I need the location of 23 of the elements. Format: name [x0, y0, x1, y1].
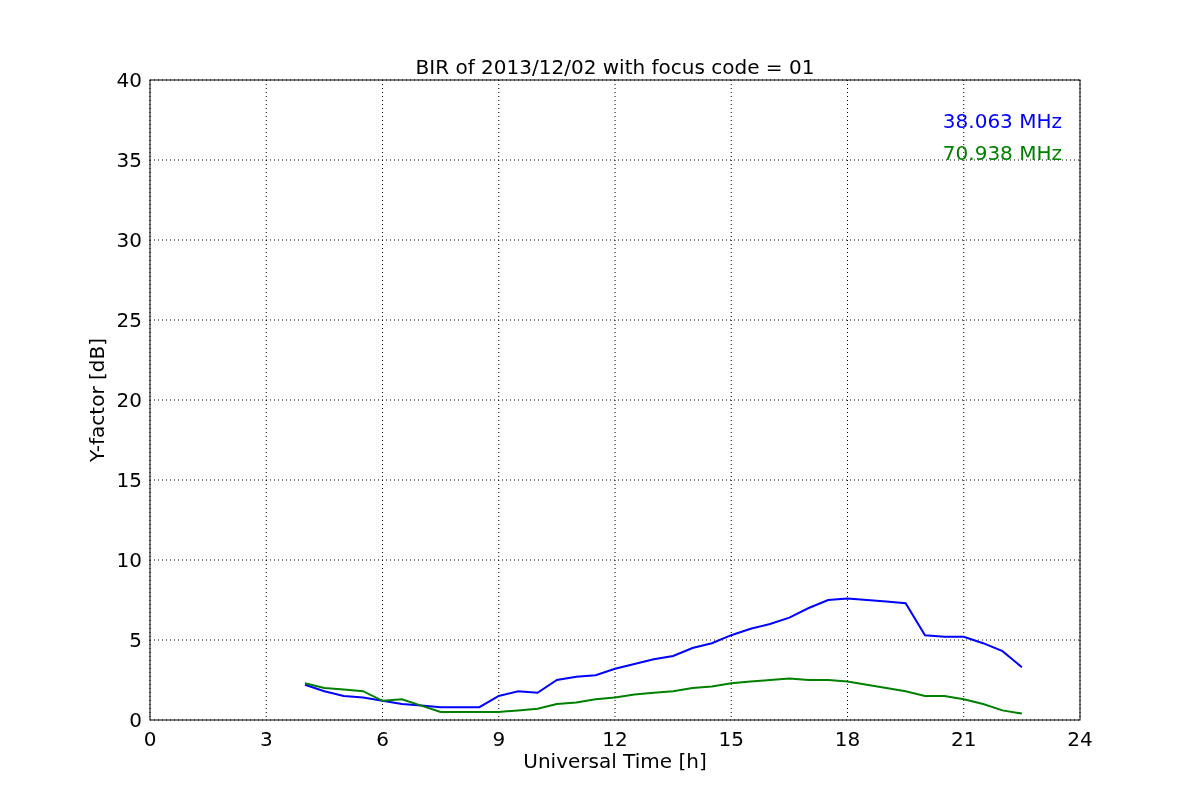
x-tick-label: 18	[834, 727, 861, 751]
x-tick-label: 0	[143, 727, 157, 751]
chart-title: BIR of 2013/12/02 with focus code = 01	[415, 55, 815, 79]
x-tick-label: 6	[376, 727, 389, 751]
x-axis-label: Universal Time [h]	[523, 749, 707, 773]
y-axis-label: Y-factor [dB]	[85, 338, 109, 462]
y-tick-label: 5	[129, 628, 142, 652]
x-tick-label: 15	[718, 727, 744, 751]
x-tick-label: 24	[1067, 727, 1093, 751]
legend-label: 38.063 MHz	[942, 109, 1062, 133]
y-tick-label: 15	[116, 468, 142, 492]
y-tick-label: 30	[116, 228, 142, 252]
y-tick-label: 40	[116, 68, 142, 92]
legend-label: 70.938 MHz	[942, 141, 1062, 165]
x-tick-label: 3	[259, 727, 273, 751]
x-tick-label: 9	[492, 727, 506, 751]
x-tick-label: 21	[951, 727, 977, 751]
y-tick-label: 25	[116, 308, 142, 332]
x-tick-label: 12	[602, 727, 628, 751]
y-tick-label: 0	[129, 708, 142, 732]
y-tick-label: 35	[116, 148, 142, 172]
y-tick-label: 10	[116, 548, 142, 572]
y-tick-label: 20	[116, 388, 142, 412]
